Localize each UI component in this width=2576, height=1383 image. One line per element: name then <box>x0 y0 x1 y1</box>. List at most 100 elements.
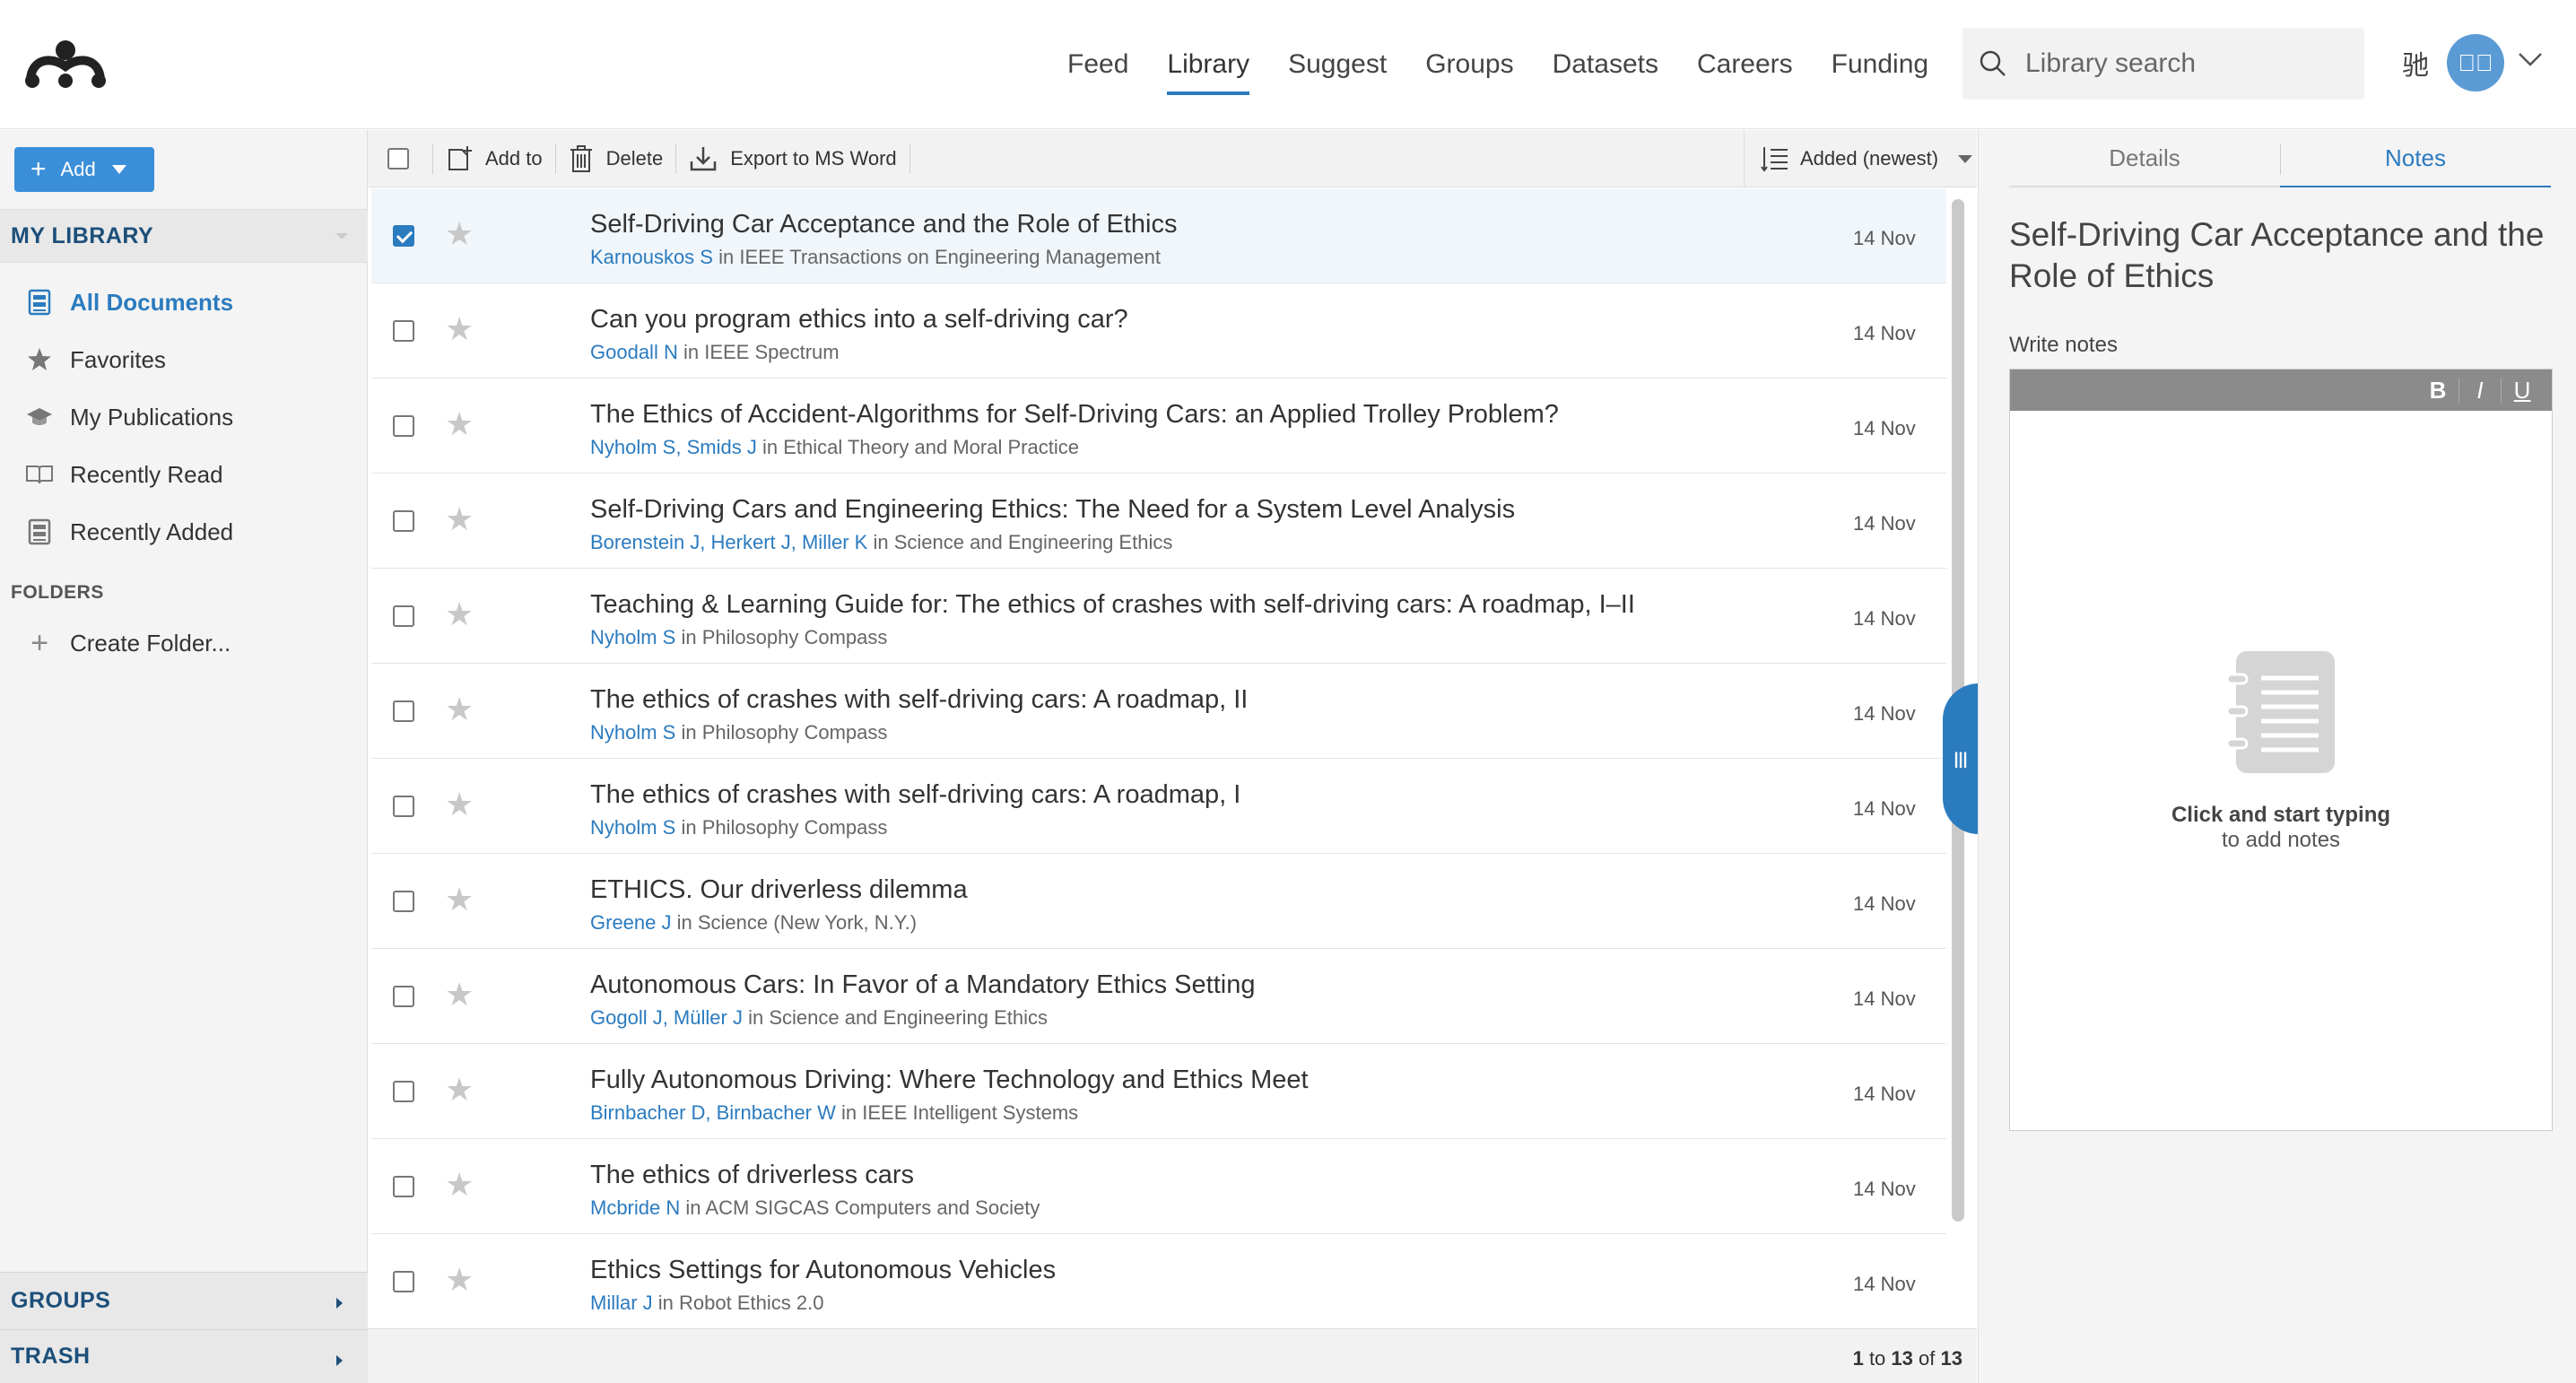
document-row[interactable]: ★ The Ethics of Accident-Algorithms for S… <box>371 378 1946 474</box>
row-checkbox[interactable] <box>393 1081 414 1102</box>
add-to-button[interactable]: Add to <box>433 130 555 187</box>
document-authors[interactable]: Greene J <box>590 911 672 934</box>
favorite-star-icon[interactable]: ★ <box>445 1169 474 1201</box>
add-to-folder-icon <box>448 145 472 170</box>
document-row[interactable]: ★ Teaching & Learning Guide for: The ethi… <box>371 569 1946 664</box>
document-authors[interactable]: Mcbride N <box>590 1196 680 1219</box>
meta-in-word: in <box>761 436 779 458</box>
tab-details[interactable]: Details <box>2009 130 2280 186</box>
row-checkbox[interactable] <box>393 415 414 437</box>
create-folder-button[interactable]: + Create Folder... <box>25 614 231 672</box>
document-row[interactable]: ★ Self-Driving Cars and Engineering Ethic… <box>371 474 1946 569</box>
favorite-star-icon[interactable]: ★ <box>445 598 474 631</box>
list-toolbar: Add to Delete Export to MS Word Added (n… <box>368 130 1977 187</box>
row-checkbox[interactable] <box>393 605 414 627</box>
row-checkbox[interactable] <box>393 1271 414 1292</box>
document-title: Teaching & Learning Guide for: The ethic… <box>590 590 1635 619</box>
sidebar-item-recently-added[interactable]: Recently Added <box>0 503 368 561</box>
row-checkbox[interactable] <box>393 225 414 247</box>
document-authors[interactable]: Nyholm S <box>590 721 675 744</box>
document-authors[interactable]: Karnouskos S <box>590 246 713 268</box>
document-authors[interactable]: Birnbacher D, Birnbacher W <box>590 1101 836 1124</box>
row-checkbox[interactable] <box>393 1176 414 1197</box>
meta-in-word: in <box>685 1196 701 1219</box>
row-checkbox[interactable] <box>393 891 414 912</box>
document-authors[interactable]: Nyholm S <box>590 626 675 648</box>
favorite-star-icon[interactable]: ★ <box>445 1264 474 1296</box>
row-checkbox[interactable] <box>393 700 414 722</box>
folders-heading: FOLDERS <box>11 582 104 603</box>
list-footer: 1 to 13 of 13 <box>368 1328 1977 1383</box>
nav-careers[interactable]: Careers <box>1697 0 1793 129</box>
favorite-star-icon[interactable]: ★ <box>445 788 474 821</box>
nav-suggest[interactable]: Suggest <box>1288 0 1387 129</box>
tab-notes[interactable]: Notes <box>2280 130 2551 187</box>
select-all-checkbox[interactable] <box>387 147 409 170</box>
meta-in-word: in <box>718 246 735 268</box>
document-row[interactable]: ★ The ethics of crashes with self-driving… <box>371 759 1946 854</box>
document-date: 14 Nov <box>1853 417 1916 439</box>
search-input[interactable] <box>2025 48 2330 79</box>
bold-button[interactable]: B <box>2417 370 2459 411</box>
favorite-star-icon[interactable]: ★ <box>445 979 474 1011</box>
sort-dropdown[interactable]: Added (newest) <box>1744 130 1977 187</box>
sidebar-item-favorites[interactable]: Favorites <box>0 331 368 388</box>
document-authors[interactable]: Goodall N <box>590 341 678 363</box>
sidebar-item-my-publications[interactable]: My Publications <box>0 388 368 446</box>
export-button[interactable]: Export to MS Word <box>676 130 909 187</box>
add-button[interactable]: + Add <box>14 147 154 192</box>
document-authors[interactable]: Millar J <box>590 1292 653 1314</box>
italic-button[interactable]: I <box>2459 370 2501 411</box>
document-row[interactable]: ★ Fully Autonomous Driving: Where Technol… <box>371 1044 1946 1139</box>
groups-section[interactable]: GROUPS <box>0 1272 368 1329</box>
meta-in-word: in <box>681 816 697 839</box>
row-checkbox[interactable] <box>393 510 414 532</box>
mendeley-logo-icon[interactable] <box>23 39 108 90</box>
favorite-star-icon[interactable]: ★ <box>445 313 474 345</box>
favorite-star-icon[interactable]: ★ <box>445 408 474 440</box>
document-authors[interactable]: Nyholm S <box>590 816 675 839</box>
document-authors[interactable]: Gogoll J, Müller J <box>590 1006 743 1029</box>
nav-library[interactable]: Library <box>1167 0 1249 129</box>
sidebar-item-all-documents[interactable]: All Documents <box>0 274 368 331</box>
library-search[interactable] <box>1962 28 2364 100</box>
sidebar-item-recently-read[interactable]: Recently Read <box>0 446 368 503</box>
favorite-star-icon[interactable]: ★ <box>445 503 474 535</box>
document-authors[interactable]: Nyholm S, Smids J <box>590 436 757 458</box>
user-name-glyph[interactable]: 驰 <box>2402 43 2429 83</box>
notes-empty-state: Click and start typing to add notes <box>2010 648 2552 853</box>
document-authors[interactable]: Borenstein J, Herkert J, Miller K <box>590 531 867 553</box>
document-title: The ethics of crashes with self-driving … <box>590 780 1241 809</box>
expand-caret-icon <box>336 1298 343 1309</box>
document-row[interactable]: ★ Autonomous Cars: In Favor of a Mandator… <box>371 949 1946 1044</box>
document-row[interactable]: ★ ETHICS. Our driverless dilemma Greene J … <box>371 854 1946 949</box>
favorite-star-icon[interactable]: ★ <box>445 1074 474 1106</box>
nav-feed[interactable]: Feed <box>1067 0 1128 129</box>
delete-button[interactable]: Delete <box>556 130 676 187</box>
panel-resize-handle[interactable]: ||| <box>1943 683 1979 834</box>
document-row[interactable]: ★ The ethics of driverless cars Mcbride N … <box>371 1139 1946 1234</box>
nav-groups[interactable]: Groups <box>1425 0 1513 129</box>
trash-section[interactable]: TRASH <box>0 1329 368 1383</box>
row-checkbox[interactable] <box>393 796 414 817</box>
document-source: Science and Engineering Ethics <box>769 1006 1048 1029</box>
favorite-star-icon[interactable]: ★ <box>445 883 474 916</box>
favorite-star-icon[interactable]: ★ <box>445 693 474 726</box>
avatar[interactable]: 󰀀󰀀 <box>2447 34 2504 91</box>
row-checkbox[interactable] <box>393 986 414 1007</box>
create-folder-label: Create Folder... <box>70 629 231 657</box>
document-row[interactable]: ★ Can you program ethics into a self-driv… <box>371 283 1946 378</box>
my-library-header[interactable]: MY LIBRARY <box>0 209 368 263</box>
nav-datasets[interactable]: Datasets <box>1553 0 1658 129</box>
document-row[interactable]: ★ Self-Driving Car Acceptance and the Rol… <box>371 188 1946 283</box>
sidebar: + Add MY LIBRARY All Documents Favorites M… <box>0 130 368 1383</box>
row-checkbox[interactable] <box>393 320 414 342</box>
document-row[interactable]: ★ The ethics of crashes with self-driving… <box>371 664 1946 759</box>
chevron-down-icon[interactable] <box>2517 50 2544 68</box>
nav-funding[interactable]: Funding <box>1832 0 1928 129</box>
underline-button[interactable]: U <box>2502 370 2543 411</box>
expand-caret-icon <box>336 1355 343 1366</box>
notes-editor[interactable]: B I U Click and start typing to add note… <box>2009 369 2553 1131</box>
favorite-star-icon[interactable]: ★ <box>445 218 474 250</box>
document-row[interactable]: ★ Ethics Settings for Autonomous Vehicles… <box>371 1234 1946 1327</box>
